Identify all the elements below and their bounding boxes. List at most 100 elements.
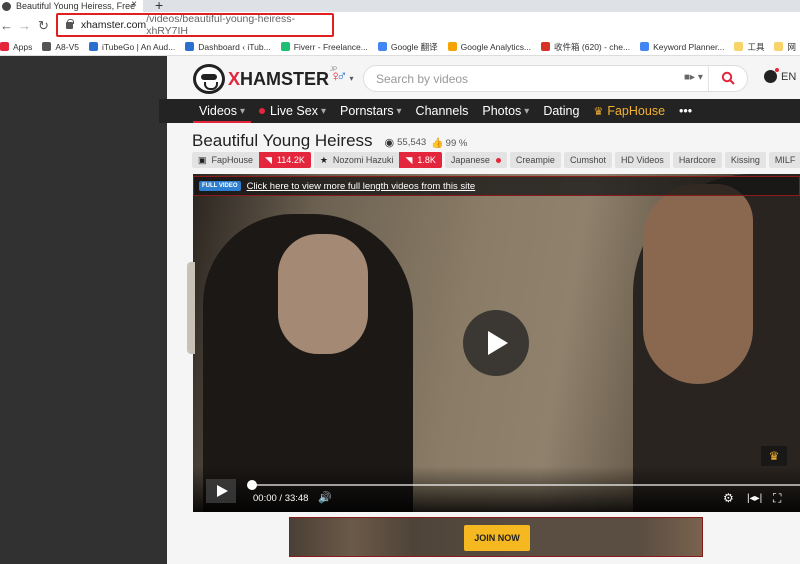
language-label: EN: [781, 70, 797, 83]
tag-chip[interactable]: Cumshot: [563, 152, 612, 168]
nav-item-photos[interactable]: Photos ▾: [482, 99, 529, 123]
tag-chip[interactable]: MILF: [768, 152, 800, 168]
nav-edge: [159, 99, 167, 123]
join-now-button[interactable]: JOIN NOW: [464, 525, 530, 551]
orientation-selector[interactable]: ♀♂ ▾: [330, 68, 354, 85]
bookmark-item[interactable]: 工具: [734, 41, 764, 53]
bookmark-label: 网: [787, 41, 796, 52]
bookmark-item[interactable]: A8-V5: [42, 42, 79, 52]
big-play-button[interactable]: [463, 310, 529, 376]
site-logo[interactable]: X HAMSTER JP: [193, 64, 337, 94]
subscribe-button[interactable]: ◥ 114.2K: [259, 152, 311, 168]
search-input[interactable]: [376, 71, 666, 87]
bookmark-item[interactable]: 网: [774, 41, 796, 53]
close-tab-icon[interactable]: ×: [131, 0, 137, 10]
search-icon[interactable]: [721, 71, 735, 85]
nav-item-faphouse[interactable]: ♛ FapHouse: [593, 99, 665, 123]
subscriber-count: 114.2K: [276, 155, 305, 165]
subscribe-button[interactable]: ◥ 1.8K: [399, 152, 442, 168]
settings-gear-icon[interactable]: ⚙: [723, 491, 734, 505]
tag-label: MILF: [774, 155, 796, 165]
a8-icon: [42, 42, 52, 51]
nav-item-label: Channels: [415, 104, 469, 118]
nav-item-live-sex[interactable]: Live Sex ▾: [259, 99, 326, 123]
video-camera-icon[interactable]: ■▸ ▾: [684, 72, 703, 83]
reload-icon[interactable]: ↻: [38, 18, 49, 34]
hamster-favicon-icon: [2, 1, 11, 11]
bookmark-label: A8-V5: [55, 41, 79, 52]
itubego-icon: [89, 42, 98, 51]
lock-icon: [66, 18, 74, 29]
play-button[interactable]: [206, 479, 236, 503]
bookmark-item[interactable]: Google Analytics...: [447, 42, 531, 52]
nav-item-pornstars[interactable]: Pornstars ▾: [340, 99, 402, 123]
tag-chip[interactable]: Creampie: [509, 152, 561, 168]
gmail-icon: [541, 42, 551, 51]
channel-icon: ▣: [198, 154, 207, 165]
forward-arrow-icon[interactable]: →: [18, 18, 31, 33]
video-frame-face: [278, 234, 368, 354]
bookmark-item[interactable]: Apps: [0, 42, 32, 52]
nav-item-label: Videos: [199, 104, 237, 118]
dropdown-caret-icon: ▾: [396, 105, 402, 117]
tag-label: Nozomi Hazuki: [332, 155, 394, 165]
video-title-row: Beautiful Young Heiress ◉ 55,543 👍 99 %: [192, 131, 467, 151]
rss-icon: ◥: [405, 154, 413, 165]
tag-chip[interactable]: ▣ FapHouse: [192, 152, 260, 168]
ad-banner[interactable]: JOIN NOW: [289, 517, 703, 557]
tag-label: FapHouse: [211, 155, 254, 165]
player-controls: 00:00 / 33:48 🔊 ⚙ |◂▸| ⛶: [193, 466, 800, 512]
folder-icon: [774, 42, 784, 51]
theater-mode-icon[interactable]: |◂▸|: [747, 493, 762, 504]
browser-tabstrip: Beautiful Young Heiress, Free × +: [0, 0, 800, 13]
analytics-icon: [447, 42, 457, 51]
bookmark-item[interactable]: iTubeGo | An Aud...: [89, 42, 175, 52]
nav-item-label: Pornstars: [340, 104, 394, 118]
browser-tab[interactable]: Beautiful Young Heiress, Free ×: [0, 0, 143, 12]
language-selector[interactable]: EN: [764, 68, 797, 83]
time-display: 00:00 / 33:48: [253, 493, 309, 504]
nav-more-button[interactable]: •••: [679, 99, 692, 123]
tag-chip[interactable]: Hardcore: [672, 152, 722, 168]
tag-chip[interactable]: Japanese: [444, 152, 507, 168]
bookmark-item[interactable]: 收件箱 (620) - che...: [541, 41, 630, 53]
tag-chip[interactable]: HD Videos: [614, 152, 670, 168]
address-bar[interactable]: xhamster.com/videos/beautiful-young-heir…: [56, 13, 334, 37]
nav-item-videos[interactable]: Videos ▾: [192, 99, 252, 123]
fullscreen-icon[interactable]: ⛶: [773, 491, 781, 506]
full-video-link[interactable]: Click here to view more full length vide…: [247, 181, 476, 192]
male-symbol-icon: ♂: [336, 68, 348, 85]
nav-item-channels[interactable]: Channels: [416, 99, 469, 123]
video-frame-face: [643, 184, 753, 384]
side-scroll-handle[interactable]: [187, 262, 195, 354]
faphouse-crown-watermark-icon: ♛: [761, 446, 787, 466]
tag-chip[interactable]: Kissing: [724, 152, 766, 168]
folder-icon: [734, 42, 744, 51]
bookmark-item[interactable]: Google 翻译: [377, 41, 438, 53]
progress-bar[interactable]: [251, 484, 800, 486]
bookmark-label: Google 翻译: [390, 41, 438, 52]
back-arrow-icon[interactable]: ←: [0, 18, 13, 33]
tag-chip[interactable]: ★ Nozomi Hazuki: [313, 152, 400, 168]
tag-list: ▣ FapHouse ◥ 114.2K ★ Nozomi Hazuki ◥ 1.8K Japan…: [192, 152, 800, 168]
logo-x: X: [228, 68, 241, 89]
google-translate-icon: [377, 42, 387, 51]
bookmark-label: Apps: [13, 41, 33, 52]
rating-value: 99 %: [445, 138, 468, 149]
apps-grid-icon: [0, 42, 9, 51]
bookmark-item[interactable]: Keyword Planner...: [640, 42, 724, 52]
bookmarks-bar: Apps A8-V5 iTubeGo | An Aud... Dashboard ‹ …: [0, 38, 800, 56]
main-nav: Videos ▾ Live Sex ▾ Pornstars ▾ Channels Photos…: [167, 99, 800, 123]
volume-icon[interactable]: 🔊: [318, 491, 332, 504]
bookmark-label: 工具: [747, 41, 765, 52]
thumbs-up-icon: 👍: [431, 138, 444, 149]
nav-item-dating[interactable]: Dating: [543, 99, 579, 123]
subscriber-count: 1.8K: [417, 155, 436, 165]
tag-label: Cumshot: [569, 155, 606, 165]
bookmark-item[interactable]: Dashboard ‹ iTub...: [185, 42, 271, 52]
nav-item-label: Photos: [482, 104, 522, 118]
progress-knob[interactable]: [247, 480, 257, 490]
site-header: XHAMSTER JP ♀♂▾ ■▸ ▾ EN: [167, 56, 800, 99]
bookmark-item[interactable]: Fiverr - Freelance...: [280, 42, 368, 52]
video-player[interactable]: FULL VIDEO Click here to view more full …: [193, 174, 800, 512]
